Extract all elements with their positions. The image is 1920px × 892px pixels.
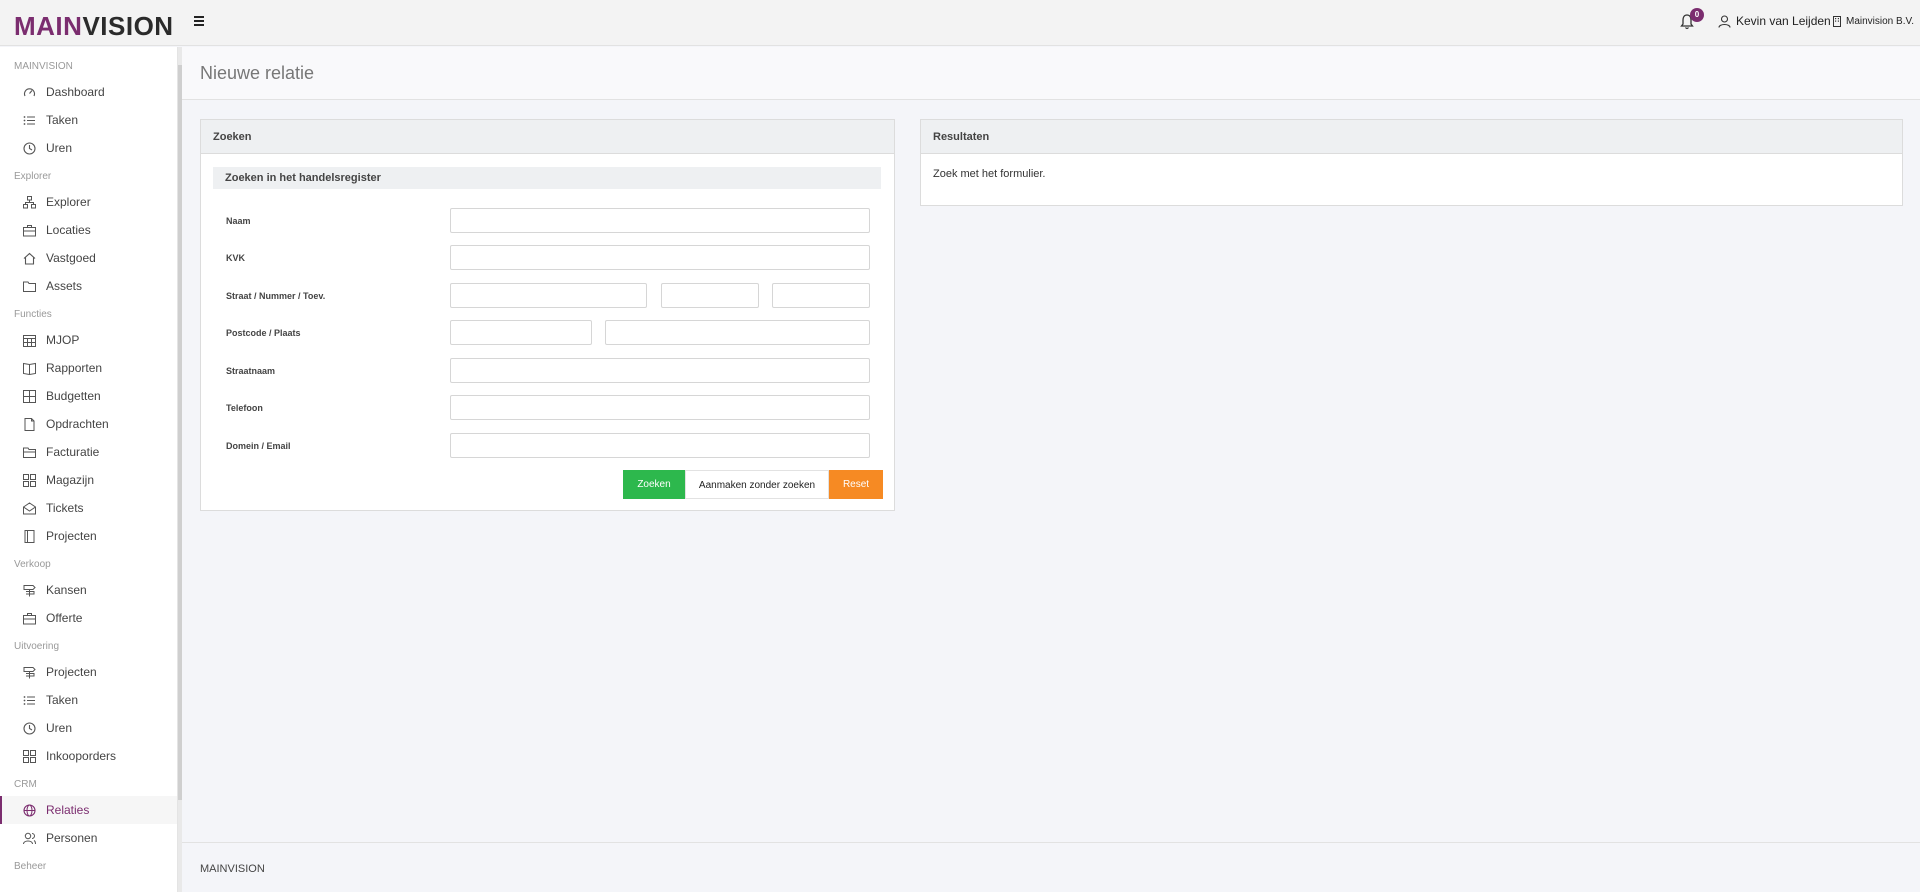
file-icon (22, 417, 36, 431)
sidebar-item-tickets[interactable]: Tickets (0, 494, 177, 522)
footer: MAINVISION (182, 842, 1920, 892)
kvk-label: KVK (226, 253, 246, 263)
sidebar: MAINVISION Dashboard Taken Uren Explorer… (0, 47, 178, 892)
sidebar-item-explorer[interactable]: Explorer (0, 188, 177, 216)
sidebar-item-relaties[interactable]: Relaties (0, 796, 177, 824)
postcode-input[interactable] (450, 320, 592, 345)
plaats-input[interactable] (605, 320, 870, 345)
sidebar-item-offerte[interactable]: Offerte (0, 604, 177, 632)
book-icon (22, 361, 36, 375)
kvk-input[interactable] (450, 245, 870, 270)
results-empty-message: Zoek met het formulier. (933, 168, 1046, 180)
signpost-icon (22, 583, 36, 597)
sidebar-item-personen[interactable]: Personen (0, 824, 177, 852)
top-header: MAINVISION 0 Kevin van Leijden Mainvisio… (0, 0, 1920, 46)
sidebar-item-magazijn[interactable]: Magazijn (0, 466, 177, 494)
page-header: Nieuwe relatie (182, 47, 1920, 100)
sidebar-item-mjop[interactable]: MJOP (0, 326, 177, 354)
straatnaam-input[interactable] (450, 358, 870, 383)
sidebar-scrollbar-thumb[interactable] (178, 65, 182, 800)
clock-icon (22, 141, 36, 155)
sidebar-item-opdrachten[interactable]: Opdrachten (0, 410, 177, 438)
company-menu[interactable]: Mainvision B.V. (1832, 16, 1914, 27)
straat-label: Straat / Nummer / Toev. (226, 291, 326, 301)
section-beheer: Beheer (14, 861, 47, 872)
menu-toggle-icon[interactable] (194, 14, 208, 28)
sidebar-item-vastgoed[interactable]: Vastgoed (0, 244, 177, 272)
section-uitvoering: Uitvoering (14, 641, 60, 652)
sidebar-item-taken-uitvoering[interactable]: Taken (0, 686, 177, 714)
sidebar-item-uren[interactable]: Uren (0, 134, 177, 162)
calendar-icon (22, 333, 36, 347)
envelope-open-icon (22, 501, 36, 515)
grid-icon (22, 749, 36, 763)
telefoon-label: Telefoon (226, 403, 263, 413)
search-panel-title: Zoeken (201, 120, 894, 154)
notification-count-badge: 0 (1690, 8, 1704, 22)
section-explorer: Explorer (14, 171, 52, 182)
domein-input[interactable] (450, 433, 870, 458)
footer-text: MAINVISION (200, 863, 265, 875)
calculator-icon (22, 389, 36, 403)
search-panel: Zoeken Zoeken in het handelsregister Naa… (200, 119, 895, 511)
telefoon-input[interactable] (450, 395, 870, 420)
create-without-search-button[interactable]: Aanmaken zonder zoeken (685, 470, 829, 499)
user-icon (1718, 14, 1731, 28)
naam-label: Naam (226, 216, 251, 226)
search-button[interactable]: Zoeken (623, 470, 685, 499)
sidebar-item-projecten-functies[interactable]: Projecten (0, 522, 177, 550)
results-panel-title: Resultaten (921, 120, 1902, 154)
users-icon (22, 831, 36, 845)
sidebar-item-projecten-uitvoering[interactable]: Projecten (0, 658, 177, 686)
section-functies: Functies (14, 309, 52, 320)
postcode-label: Postcode / Plaats (226, 328, 301, 338)
user-name: Kevin van Leijden (1736, 14, 1831, 28)
nummer-input[interactable] (661, 283, 759, 308)
home-icon (22, 251, 36, 265)
briefcase-icon (22, 611, 36, 625)
signpost-icon (22, 665, 36, 679)
user-menu[interactable]: Kevin van Leijden (1718, 14, 1831, 28)
page-title: Nieuwe relatie (200, 63, 315, 83)
section-mainvision: MAINVISION (14, 61, 73, 72)
clock-icon (22, 721, 36, 735)
briefcase-icon (22, 223, 36, 237)
section-verkoop: Verkoop (14, 559, 51, 570)
company-name: Mainvision B.V. (1846, 16, 1914, 27)
sidebar-item-assets[interactable]: Assets (0, 272, 177, 300)
search-subheader: Zoeken in het handelsregister (213, 167, 881, 189)
sidebar-item-budgetten[interactable]: Budgetten (0, 382, 177, 410)
sidebar-item-inkooporders[interactable]: Inkooporders (0, 742, 177, 770)
dashboard-icon (22, 85, 36, 99)
domein-label: Domein / Email (226, 441, 291, 451)
list-icon (22, 693, 36, 707)
folder-icon (22, 279, 36, 293)
toevoeging-input[interactable] (772, 283, 870, 308)
straat-input[interactable] (450, 283, 647, 308)
building-icon (1833, 16, 1841, 27)
mainvision-logo[interactable]: MAINVISION (14, 12, 174, 40)
results-panel: Resultaten Zoek met het formulier. (920, 119, 1903, 206)
grid-icon (22, 473, 36, 487)
sidebar-item-uren-uitvoering[interactable]: Uren (0, 714, 177, 742)
list-icon (22, 113, 36, 127)
reset-button[interactable]: Reset (829, 470, 883, 499)
straatnaam-label: Straatnaam (226, 366, 276, 376)
sidebar-item-facturatie[interactable]: Facturatie (0, 438, 177, 466)
sidebar-item-dashboard[interactable]: Dashboard (0, 78, 177, 106)
sidebar-item-taken[interactable]: Taken (0, 106, 177, 134)
sidebar-item-locaties[interactable]: Locaties (0, 216, 177, 244)
folder-open-icon (22, 445, 36, 459)
naam-input[interactable] (450, 208, 870, 233)
book-open-icon (22, 529, 36, 543)
sidebar-item-rapporten[interactable]: Rapporten (0, 354, 177, 382)
section-crm: CRM (14, 779, 37, 790)
sitemap-icon (22, 195, 36, 209)
globe-icon (22, 803, 36, 817)
sidebar-item-kansen[interactable]: Kansen (0, 576, 177, 604)
